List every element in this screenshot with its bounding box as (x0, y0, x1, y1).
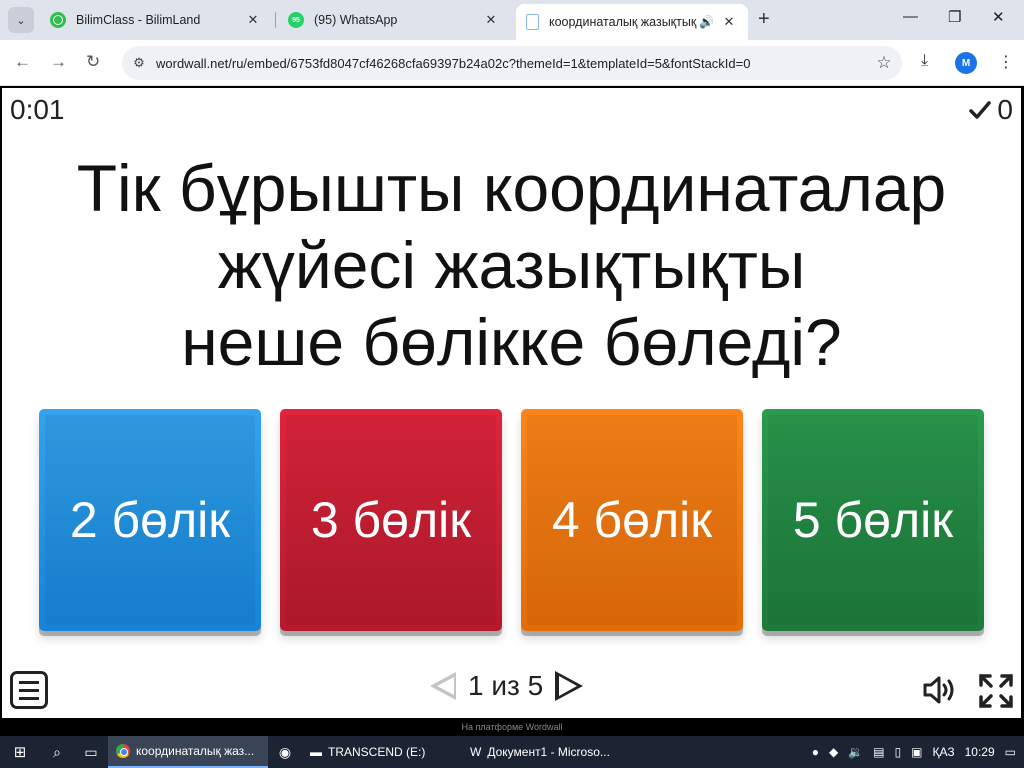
system-tray: ● ◆ 🔉 ▤ ▯ ▣ ҚАЗ 10:29 ▭ (812, 745, 1024, 759)
pager-text: 1 из 5 (468, 670, 543, 702)
answer-label: 5 бөлік (792, 492, 954, 548)
tab-whatsapp[interactable]: 95 (95) WhatsApp ✕ (278, 4, 510, 36)
tab-title: координаталық жазықтық (549, 15, 697, 29)
forward-arrow-icon[interactable]: → (50, 52, 67, 72)
answer-label: 3 бөлік (310, 492, 472, 548)
tab-search-button[interactable]: ⌄ (8, 7, 34, 33)
previous-arrow-icon[interactable] (430, 672, 456, 700)
pager-of: из (491, 670, 520, 701)
question-line-2: жүйесі жазықтықты (217, 228, 806, 302)
windows-start-icon[interactable]: ⊞ (0, 736, 40, 768)
next-arrow-icon[interactable] (555, 671, 584, 701)
question-line-1: Тік бұрышты координаталар (76, 151, 947, 225)
back-arrow-icon[interactable]: ← (14, 52, 31, 72)
timer: 0:01 (10, 94, 65, 125)
site-info-icon[interactable]: ⚙ (122, 55, 156, 71)
language-indicator[interactable]: ҚАЗ (933, 745, 955, 759)
browser-toolbar: ← → ↻ ⚙ wordwall.net/ru/embed/6753fd8047… (0, 40, 1024, 86)
maximize-button[interactable]: ❐ (948, 8, 961, 26)
new-tab-button[interactable]: + (758, 8, 770, 31)
menu-button[interactable] (10, 671, 48, 709)
checkmark-icon (969, 101, 992, 119)
question-text: Тік бұрышты координаталар жүйесі жазықты… (2, 150, 1021, 381)
notification-icon[interactable]: ▭ (1005, 745, 1016, 759)
taskbar-app-label: TRANSCEND (E:) (328, 745, 426, 759)
powered-by-text: На платформе Wordwall (461, 722, 563, 732)
answer-label: 4 бөлік (551, 492, 713, 548)
usb-icon[interactable]: ▯ (895, 745, 902, 759)
url-text[interactable]: wordwall.net/ru/embed/6753fd8047cf46268c… (156, 56, 866, 71)
score-value: 0 (997, 94, 1013, 125)
taskbar-app-explorer[interactable]: ▬ TRANSCEND (E:) (302, 736, 462, 768)
tab-audio-icon[interactable]: 🔊 (699, 15, 714, 29)
tab-title: (95) WhatsApp (314, 13, 398, 27)
taskbar-app-label: Документ1 - Microso... (487, 745, 610, 759)
quiz-game-area: 0:01 0 Тік бұрышты координаталар жүйесі … (2, 88, 1021, 718)
clock[interactable]: 10:29 (965, 745, 995, 759)
fullscreen-icon[interactable] (978, 673, 1014, 717)
speaker-icon[interactable]: 🔉 (848, 745, 863, 759)
word-icon: W (470, 745, 482, 759)
location-icon[interactable]: ● (812, 745, 819, 759)
download-icon[interactable]: ⤓ (921, 52, 928, 70)
folder-icon: ▬ (310, 745, 322, 759)
whatsapp-icon[interactable]: ◉ (268, 736, 302, 768)
address-bar[interactable]: ⚙ wordwall.net/ru/embed/6753fd8047cf4626… (122, 46, 902, 80)
whatsapp-favicon-icon: 95 (288, 12, 304, 28)
tab-close-icon[interactable]: ✕ (482, 12, 500, 28)
minimize-button[interactable]: — (903, 8, 918, 25)
search-icon[interactable]: ⌕ (40, 736, 74, 768)
tab-close-icon[interactable]: ✕ (720, 14, 738, 30)
taskbar-app-word[interactable]: W Документ1 - Microso... (462, 736, 624, 768)
pager-total: 5 (527, 670, 544, 701)
document-favicon-icon (526, 14, 539, 30)
pager: 1 из 5 (430, 670, 584, 702)
answer-button-3[interactable]: 4 бөлік (521, 409, 743, 631)
windows-taskbar: ⊞ ⌕ ▭ координаталық жаз... ◉ ▬ TRANSCEND… (0, 736, 1024, 768)
tab-bar: ⌄ BilimClass - BilimLand ✕ 95 (95) Whats… (0, 0, 1024, 40)
menu-icon (19, 680, 39, 684)
taskbar-app-label: координаталық жаз... (136, 744, 255, 758)
tab-bilimclass[interactable]: BilimClass - BilimLand ✕ (40, 4, 272, 36)
answer-button-1[interactable]: 2 бөлік (39, 409, 261, 631)
answer-button-2[interactable]: 3 бөлік (280, 409, 502, 631)
avast-icon[interactable]: ◆ (829, 745, 838, 759)
profile-avatar[interactable]: M (955, 52, 977, 74)
app-tray-icon[interactable]: ▣ (911, 745, 922, 759)
bookmark-star-icon[interactable]: ☆ (866, 53, 902, 73)
question-line-3: неше бөлікке бөледі? (181, 305, 842, 379)
pager-current: 1 (468, 670, 484, 701)
tab-wordwall-active[interactable]: координаталық жазықтық 🔊 ✕ (516, 4, 748, 40)
tab-close-icon[interactable]: ✕ (244, 12, 262, 28)
tab-separator (275, 12, 276, 28)
close-window-button[interactable]: ✕ (992, 8, 1005, 26)
answer-label: 2 бөлік (69, 492, 231, 548)
more-menu-icon[interactable]: ⋮ (998, 52, 1014, 72)
sound-toggle-icon[interactable] (922, 675, 958, 713)
tab-title: BilimClass - BilimLand (76, 13, 201, 27)
taskbar-app-chrome[interactable]: координаталық жаз... (108, 736, 268, 768)
chrome-icon (116, 744, 130, 758)
bilimclass-favicon-icon (50, 12, 66, 28)
answer-button-4[interactable]: 5 бөлік (762, 409, 984, 631)
task-view-icon[interactable]: ▭ (74, 736, 108, 768)
network-icon[interactable]: ▤ (873, 745, 884, 759)
reload-icon[interactable]: ↻ (86, 52, 100, 72)
score: 0 (969, 94, 1013, 126)
